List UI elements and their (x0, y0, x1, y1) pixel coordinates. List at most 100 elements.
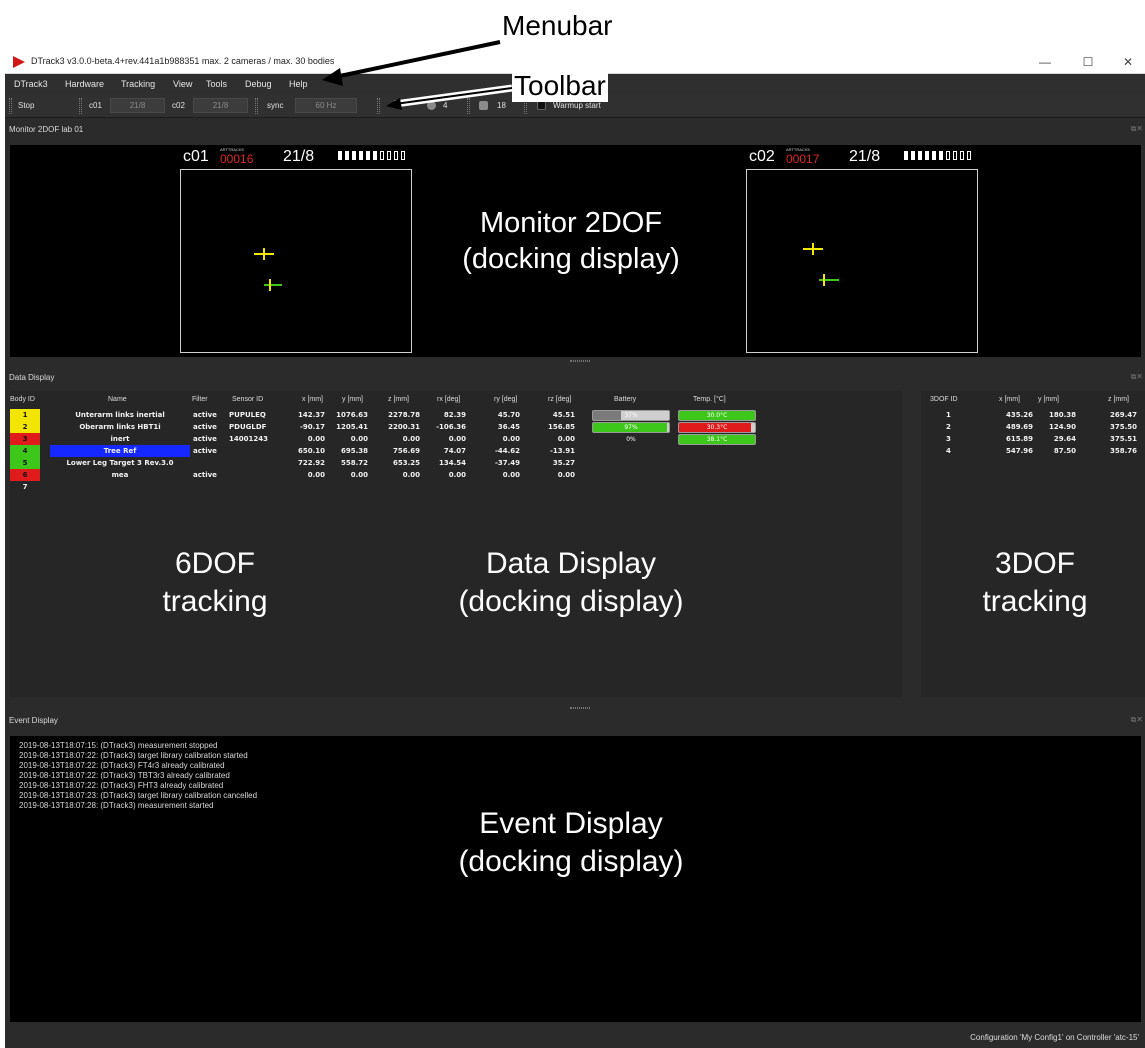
marker-blob (254, 248, 274, 260)
body-id-cell[interactable]: 2 (10, 421, 40, 433)
body-name-cell[interactable]: inert (50, 433, 190, 445)
body-name-cell[interactable]: Lower Leg Target 3 Rev.3.0 (50, 457, 190, 469)
value-cell-rx: 0.00 (448, 435, 466, 443)
signal-bar-empty (380, 151, 384, 160)
filter-cell: active (193, 411, 217, 419)
col-header-3dof-z[interactable]: z [mm] (1108, 396, 1129, 403)
dock-float-close-icon[interactable]: ⧉✕ (1131, 372, 1143, 382)
body-name-cell[interactable]: Unterarm links inertial (50, 409, 190, 421)
table-row[interactable]: 2 Oberarm links HBT1i active PDUGLDF -90.17 1… (10, 421, 902, 433)
table-row[interactable]: 2 489.69 124.90 375.50 (921, 421, 1145, 433)
signal-bar-empty (401, 151, 405, 160)
value-cell-y: 124.90 (1048, 423, 1076, 431)
col-header-battery[interactable]: Battery (614, 396, 636, 403)
dock-splitter-handle[interactable] (570, 360, 590, 362)
event-log-line: 2019-08-13T18:07:28: (DTrack3) measureme… (19, 801, 214, 810)
col-header-3dof-id[interactable]: 3DOF ID (930, 396, 958, 403)
table-row[interactable]: 5 Lower Leg Target 3 Rev.3.0 722.92 558.72 6… (10, 457, 902, 469)
col-header-3dof-y[interactable]: y [mm] (1038, 396, 1059, 403)
table-row[interactable]: 1 Unterarm links inertial active PUPULEQ 142… (10, 409, 902, 421)
col-header-sensor-id[interactable]: Sensor ID (232, 396, 263, 403)
col-header-rx[interactable]: rx [deg] (437, 396, 460, 403)
overlay-line: Data Display (485, 547, 657, 580)
table-row[interactable]: 3 615.89 29.64 375.51 (921, 433, 1145, 445)
dock-float-close-icon[interactable]: ⧉✕ (1131, 715, 1143, 725)
value-cell-ry: 36.45 (497, 423, 520, 431)
signal-bar-empty (967, 151, 971, 160)
overlay-line: (docking display) (462, 243, 680, 276)
event-log-line: 2019-08-13T18:07:22: (DTrack3) target li… (19, 751, 248, 760)
col-header-filter[interactable]: Filter (192, 396, 208, 403)
data-table-3dof: 3DOF ID x [mm] y [mm] z [mm] 1 435.26 180.… (921, 391, 1145, 697)
col-header-z[interactable]: z [mm] (388, 396, 409, 403)
battery-gauge: 0% (592, 434, 670, 445)
table-row[interactable]: 4 547.96 87.50 358.76 (921, 445, 1145, 457)
battery-gauge: 37% (592, 410, 670, 421)
sensor-id-cell: PUPULEQ (229, 411, 266, 419)
value-cell-y: 695.38 (340, 447, 368, 455)
value-cell-rz: 0.00 (557, 471, 575, 479)
value-cell-y: 558.72 (340, 459, 368, 467)
col-header-rz[interactable]: rz [deg] (548, 396, 571, 403)
col-header-name[interactable]: Name (108, 396, 127, 403)
event-log-line: 2019-08-13T18:07:23: (DTrack3) target li… (19, 791, 258, 800)
body-name-cell[interactable] (50, 481, 190, 493)
value-cell-rz: 156.85 (547, 423, 575, 431)
col-header-temp[interactable]: Temp. [°C] (693, 396, 726, 403)
battery-value: 37% (624, 412, 638, 419)
signal-bar-filled (345, 151, 349, 160)
col-header-body-id[interactable]: Body ID (10, 396, 35, 403)
signal-bar-filled (366, 151, 370, 160)
camera-header: c01 ARTTRACK5 00016 21/8 (180, 147, 412, 167)
col-header-y[interactable]: y [mm] (342, 396, 363, 403)
col-header-3dof-x[interactable]: x [mm] (999, 396, 1020, 403)
camera-image (180, 169, 412, 353)
data-overlay-caption: Data Display (docking display) (391, 545, 751, 620)
signal-bar-filled (911, 151, 915, 160)
signal-bar-empty (946, 151, 950, 160)
value-cell-y: 1076.63 (336, 411, 368, 419)
value-cell-rz: 45.51 (552, 411, 575, 419)
temperature-gauge: 30.3°C (678, 422, 756, 433)
filter-cell: active (193, 435, 217, 443)
temperature-gauge: 38.1°C (678, 434, 756, 445)
signal-bar-filled (359, 151, 363, 160)
body-id-cell[interactable]: 1 (10, 409, 40, 421)
value-cell-z: 375.50 (1109, 423, 1137, 431)
value-cell-rx: 82.39 (443, 411, 466, 419)
table-row[interactable]: 1 435.26 180.38 269.47 (921, 409, 1145, 421)
body-id-cell[interactable]: 3 (10, 433, 40, 445)
camera-frame-counter: 00016 (220, 152, 254, 166)
event-overlay-caption: Event Display (docking display) (391, 805, 751, 880)
value-cell-z: 375.51 (1109, 435, 1137, 443)
camera-name: c02 (749, 148, 775, 165)
col-header-x[interactable]: x [mm] (302, 396, 323, 403)
camera-signal-bars (338, 151, 410, 160)
filter-cell: active (193, 471, 217, 479)
signal-bar-filled (904, 151, 908, 160)
event-log-line: 2019-08-13T18:07:15: (DTrack3) measureme… (19, 741, 218, 750)
body-name-cell[interactable]: Oberarm links HBT1i (50, 421, 190, 433)
battery-value: 97% (624, 424, 638, 431)
value-cell-y: 29.64 (1053, 435, 1076, 443)
overlay-line: 3DOF (994, 547, 1075, 580)
body-id-cell[interactable]: 7 (10, 481, 40, 493)
body-id-cell[interactable]: 4 (10, 445, 40, 457)
body-id-cell[interactable]: 6 (10, 469, 40, 481)
col-header-ry[interactable]: ry [deg] (494, 396, 517, 403)
filter-cell: active (193, 447, 217, 455)
dock-splitter-handle[interactable] (570, 707, 590, 709)
body-name-cell[interactable]: mea (50, 469, 190, 481)
battery-gauge: 97% (592, 422, 670, 433)
body-name-cell[interactable]: Tree Ref (50, 445, 190, 457)
table-row[interactable]: 4 Tree Ref active 650.10 695.38 756.69 74.07 -4… (10, 445, 902, 457)
table-row[interactable]: 6 mea active 0.00 0.00 0.00 0.00 0.00 0.00 (10, 469, 902, 481)
camera-view-c01: c01 ARTTRACK5 00016 21/8 (180, 147, 412, 353)
menubar-arrow (322, 40, 501, 86)
table-row[interactable]: 3 inert active 14001243 0.00 0.00 0.00 0.00 0.00… (10, 433, 902, 445)
camera-header: c02 ARTTRACK5 00017 21/8 (746, 147, 978, 167)
dof3-id-cell: 3 (946, 435, 951, 443)
body-id-cell[interactable]: 5 (10, 457, 40, 469)
table-row[interactable]: 7 (10, 481, 902, 493)
data-dock-title: Data Display (9, 373, 55, 382)
